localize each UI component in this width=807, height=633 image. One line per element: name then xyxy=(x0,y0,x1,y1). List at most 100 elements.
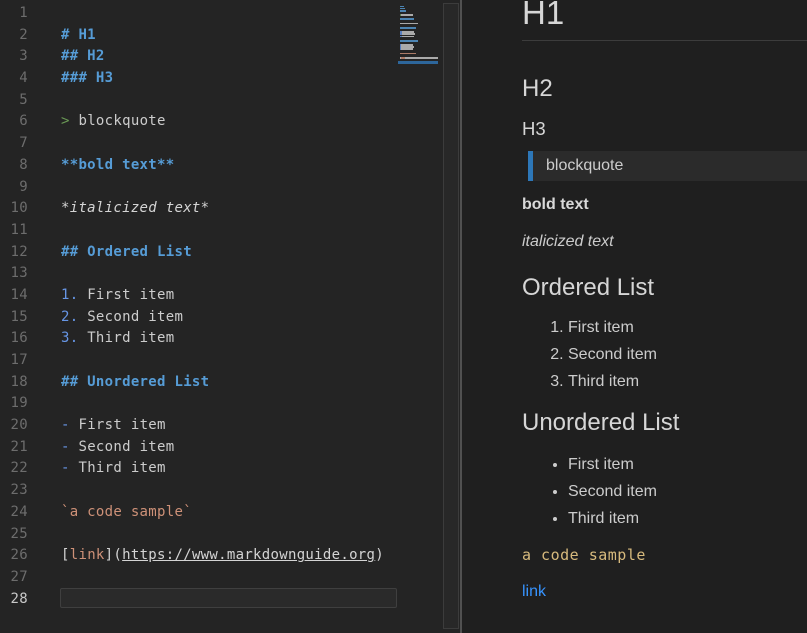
line-number[interactable]: 5 xyxy=(0,90,28,112)
line-number[interactable]: 20 xyxy=(0,415,28,437)
minimap-line xyxy=(400,40,418,42)
line-number[interactable]: 25 xyxy=(0,524,28,546)
preview-h3: H3 xyxy=(522,120,807,139)
minimap-line xyxy=(400,23,418,25)
line-number[interactable]: 13 xyxy=(0,263,28,285)
code-line[interactable]: 7 xyxy=(0,133,460,155)
minimap-line xyxy=(400,48,413,50)
line-number[interactable]: 27 xyxy=(0,567,28,589)
code-area[interactable]: 12 # H1 3 ## H2 4 ### H3 56 > blockquote 78**bol… xyxy=(0,3,460,610)
code-line[interactable]: 21 - Second item xyxy=(0,437,460,459)
minimap-line xyxy=(400,18,414,20)
minimap-line xyxy=(400,27,416,29)
code-line-text: ## Ordered List xyxy=(61,244,192,260)
unordered-list-item: Third item xyxy=(568,505,807,532)
line-number[interactable]: 2 xyxy=(0,25,28,47)
code-line[interactable]: 11 xyxy=(0,220,460,242)
code-line-text: 2. Second item xyxy=(61,309,183,325)
code-line[interactable]: 27 xyxy=(0,567,460,589)
line-number[interactable]: 4 xyxy=(0,68,28,90)
code-line[interactable]: 22- Third item xyxy=(0,458,460,480)
preview-link[interactable]: link xyxy=(522,583,546,600)
minimap[interactable] xyxy=(398,3,438,67)
code-line[interactable]: 18 ## Unordered List xyxy=(0,372,460,394)
line-number[interactable]: 12 xyxy=(0,242,28,264)
code-line[interactable]: 14 1. First item xyxy=(0,285,460,307)
line-number[interactable]: 8 xyxy=(0,155,28,177)
line-number[interactable]: 16 xyxy=(0,328,28,350)
code-line-text: - Second item xyxy=(61,439,174,455)
blockquote-text: blockquote xyxy=(546,157,623,174)
ordered-list-item: Third item xyxy=(568,368,807,395)
preview-ordered-list: First itemSecond itemThird item xyxy=(522,314,807,395)
code-line[interactable]: 12 ## Ordered List xyxy=(0,242,460,264)
editor-pane[interactable]: 12 # H1 3 ## H2 4 ### H3 56 > blockquote 78**bol… xyxy=(0,0,460,633)
code-line-text: ### H3 xyxy=(61,70,113,86)
line-number[interactable]: 23 xyxy=(0,480,28,502)
code-line-text: ## H2 xyxy=(61,48,105,64)
ordered-list-item: First item xyxy=(568,314,807,341)
editor-scrollbar[interactable] xyxy=(443,3,459,629)
preview-unordered-list: First itemSecond itemThird item xyxy=(522,451,807,532)
line-number[interactable]: 17 xyxy=(0,350,28,372)
preview-h1: H1 xyxy=(522,0,807,41)
code-line[interactable]: 17 xyxy=(0,350,460,372)
unordered-list-item: Second item xyxy=(568,478,807,505)
line-number[interactable]: 15 xyxy=(0,307,28,329)
code-line[interactable]: 8**bold text** xyxy=(0,155,460,177)
preview-bold-text: bold text xyxy=(522,195,807,215)
minimap-current-line-bar xyxy=(398,61,438,64)
line-number[interactable]: 6 xyxy=(0,111,28,133)
line-number[interactable]: 28 xyxy=(0,589,28,611)
code-line[interactable]: 26[link](https://www.markdownguide.org) xyxy=(0,545,460,567)
line-number[interactable]: 11 xyxy=(0,220,28,242)
line-number[interactable]: 21 xyxy=(0,437,28,459)
markdown-editor-window: 12 # H1 3 ## H2 4 ### H3 56 > blockquote 78**bol… xyxy=(0,0,807,633)
code-line-text: `a code sample` xyxy=(61,504,192,520)
markdown-preview-pane: H1 H2 H3 blockquote bold text italicized… xyxy=(462,0,807,633)
line-number[interactable]: 22 xyxy=(0,458,28,480)
code-line[interactable]: 2 # H1 xyxy=(0,25,460,47)
code-line[interactable]: 10*italicized text* xyxy=(0,198,460,220)
code-line[interactable]: 13 xyxy=(0,263,460,285)
preview-h2: H2 xyxy=(522,77,807,101)
code-line[interactable]: 5 xyxy=(0,90,460,112)
code-line[interactable]: 28 xyxy=(0,589,460,611)
current-line-highlight xyxy=(60,588,397,608)
line-number[interactable]: 26 xyxy=(0,545,28,567)
code-line-text: # H1 xyxy=(61,27,96,43)
line-number[interactable]: 9 xyxy=(0,177,28,199)
code-line[interactable]: 16 3. Third item xyxy=(0,328,460,350)
code-line[interactable]: 9 xyxy=(0,177,460,199)
code-line[interactable]: 4 ### H3 xyxy=(0,68,460,90)
code-line[interactable]: 6 > blockquote xyxy=(0,111,460,133)
code-line[interactable]: 24 `a code sample` xyxy=(0,502,460,524)
line-number[interactable]: 24 xyxy=(0,502,28,524)
unordered-list-item: First item xyxy=(568,451,807,478)
preview-ordered-list-heading: Ordered List xyxy=(522,276,807,300)
preview-link-paragraph: link xyxy=(522,582,807,602)
line-number[interactable]: 7 xyxy=(0,133,28,155)
preview-blockquote: blockquote xyxy=(528,151,807,181)
line-number[interactable]: 14 xyxy=(0,285,28,307)
code-line[interactable]: 1 xyxy=(0,3,460,25)
code-line-text: > blockquote xyxy=(61,113,166,129)
line-number[interactable]: 18 xyxy=(0,372,28,394)
line-number[interactable]: 10 xyxy=(0,198,28,220)
code-line[interactable]: 3 ## H2 xyxy=(0,46,460,68)
line-number[interactable]: 1 xyxy=(0,3,28,25)
line-number[interactable]: 3 xyxy=(0,46,28,68)
code-line[interactable]: 19 xyxy=(0,393,460,415)
code-line[interactable]: 20- First item xyxy=(0,415,460,437)
minimap-line xyxy=(400,57,438,59)
preview-unordered-list-heading: Unordered List xyxy=(522,411,807,435)
minimap-line xyxy=(400,53,416,55)
ordered-list-item: Second item xyxy=(568,341,807,368)
code-line[interactable]: 23 xyxy=(0,480,460,502)
code-line-text: 3. Third item xyxy=(61,330,175,346)
code-line-text: 1. First item xyxy=(61,287,175,303)
code-line-text: ## Unordered List xyxy=(61,374,209,390)
line-number[interactable]: 19 xyxy=(0,393,28,415)
code-line[interactable]: 25 xyxy=(0,524,460,546)
code-line[interactable]: 15 2. Second item xyxy=(0,307,460,329)
